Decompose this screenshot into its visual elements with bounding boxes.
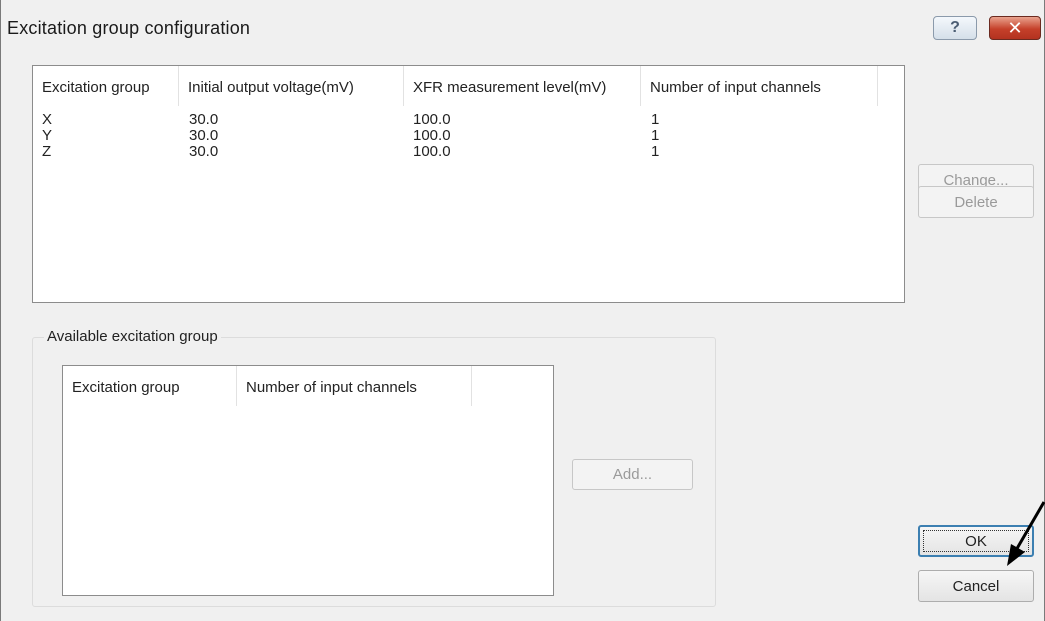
column-header-xfr-measurement-level[interactable]: XFR measurement level(mV)	[404, 66, 641, 106]
cell-number-of-input-channels: 1	[651, 143, 660, 160]
table-row[interactable]: Z 30.0 100.0 1	[33, 144, 904, 160]
table-row[interactable]: Y 30.0 100.0 1	[33, 128, 904, 144]
cell-initial-output-voltage: 30.0	[189, 111, 219, 128]
cell-initial-output-voltage: 30.0	[189, 143, 219, 160]
column-header-excitation-group[interactable]: Excitation group	[63, 366, 237, 406]
cell-excitation-group: Y	[42, 127, 53, 144]
column-header-initial-output-voltage[interactable]: Initial output voltage(mV)	[179, 66, 404, 106]
cell-excitation-group: Z	[42, 143, 52, 160]
delete-button[interactable]: Delete	[918, 186, 1034, 218]
dialog-window: Excitation group configuration ? ✕ Excit…	[0, 0, 1045, 621]
cell-xfr-measurement-level: 100.0	[413, 143, 451, 160]
close-icon: ✕	[1007, 17, 1023, 38]
cell-xfr-measurement-level: 100.0	[413, 127, 451, 144]
available-group-list[interactable]: Excitation group Number of input channel…	[62, 365, 554, 596]
column-header-number-of-input-channels[interactable]: Number of input channels	[641, 66, 878, 106]
window-title: Excitation group configuration	[7, 18, 251, 38]
cell-initial-output-voltage: 30.0	[189, 127, 219, 144]
available-group-label: Available excitation group	[44, 328, 221, 345]
cancel-button[interactable]: Cancel	[918, 570, 1034, 602]
pointer-arrow-icon	[1007, 501, 1045, 566]
cell-xfr-measurement-level: 100.0	[413, 111, 451, 128]
column-header-excitation-group[interactable]: Excitation group	[33, 66, 179, 106]
cell-number-of-input-channels: 1	[651, 127, 660, 144]
help-button[interactable]: ?	[933, 16, 977, 40]
close-button[interactable]: ✕	[989, 16, 1041, 40]
column-header-number-of-input-channels[interactable]: Number of input channels	[237, 366, 472, 406]
table-row[interactable]: X 30.0 100.0 1	[33, 112, 904, 128]
excitation-group-list[interactable]: Excitation group Initial output voltage(…	[32, 65, 905, 303]
list-header: Excitation group Initial output voltage(…	[33, 66, 904, 106]
title-bar: Excitation group configuration ? ✕	[1, 0, 1044, 56]
list-header: Excitation group Number of input channel…	[63, 366, 553, 406]
cell-excitation-group: X	[42, 111, 53, 128]
add-button[interactable]: Add...	[572, 459, 693, 490]
cell-number-of-input-channels: 1	[651, 111, 660, 128]
help-icon: ?	[950, 19, 960, 36]
